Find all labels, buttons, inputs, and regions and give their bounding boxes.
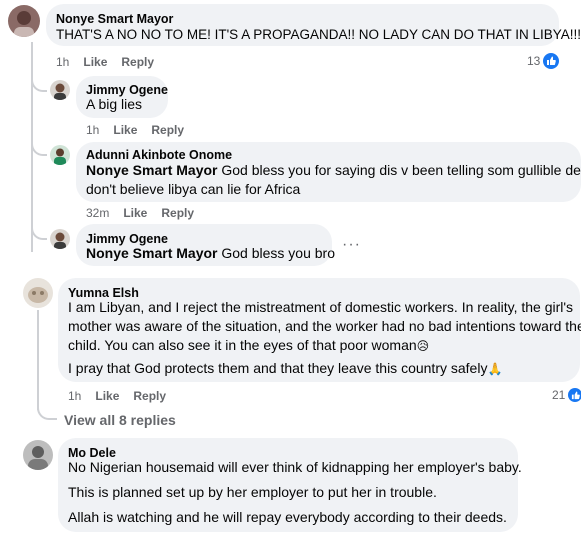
reply-button[interactable]: Reply bbox=[133, 389, 166, 403]
like-button[interactable]: Like bbox=[123, 206, 147, 220]
thread-line-yumna bbox=[37, 310, 39, 410]
comment-text-line1: God bless you for saying dis v been tell… bbox=[221, 162, 581, 178]
thread-curve-view-replies bbox=[37, 400, 57, 420]
comment-actions: 1h Like Reply bbox=[56, 55, 154, 69]
comment-text-line3: child. You can also see it in the eyes o… bbox=[68, 337, 417, 353]
thread-curve-3 bbox=[31, 226, 47, 240]
reaction-count-value: 13 bbox=[527, 54, 541, 68]
reply-button[interactable]: Reply bbox=[121, 55, 154, 69]
reply-button[interactable]: Reply bbox=[151, 123, 184, 137]
comment-text: I pray that God protects them and that t… bbox=[68, 359, 502, 379]
comment-text: This is planned set up by her employer t… bbox=[68, 484, 437, 500]
avatar[interactable] bbox=[8, 5, 40, 37]
comment-author[interactable]: Adunni Akinbote Onome bbox=[86, 148, 232, 162]
comment-text-line2: mother was aware of the situation, and t… bbox=[68, 318, 581, 334]
reply-button[interactable]: Reply bbox=[161, 206, 194, 220]
comment-text: Nonye Smart Mayor God bless you for sayi… bbox=[86, 161, 581, 199]
comment-actions: 1h Like Reply bbox=[68, 389, 166, 403]
thread-curve-1 bbox=[31, 78, 47, 92]
comment-text: I am Libyan, and I reject the mistreatme… bbox=[68, 298, 581, 356]
comment-time[interactable]: 1h bbox=[86, 123, 99, 137]
comment-text: A big lies bbox=[86, 96, 143, 112]
mention-link[interactable]: Nonye Smart Mayor bbox=[86, 162, 217, 178]
comment-text: Nonye Smart Mayor God bless you bro bbox=[86, 244, 335, 263]
comment-text: No Nigerian housemaid will ever think of… bbox=[68, 459, 522, 475]
avatar[interactable] bbox=[23, 278, 53, 308]
comment-text: THAT'S A NO NO TO ME! IT'S A PROPAGANDA!… bbox=[56, 27, 581, 42]
like-icon bbox=[568, 388, 581, 402]
like-button[interactable]: Like bbox=[83, 55, 107, 69]
comment-time[interactable]: 1h bbox=[68, 389, 81, 403]
view-all-replies-link[interactable]: View all 8 replies bbox=[64, 412, 176, 428]
avatar[interactable] bbox=[50, 229, 70, 249]
comment-text: Allah is watching and he will repay ever… bbox=[68, 509, 507, 525]
avatar[interactable] bbox=[50, 145, 70, 165]
comment-text-line2: don't believe libya can lie for Africa bbox=[86, 181, 301, 197]
comment-time[interactable]: 32m bbox=[86, 206, 109, 220]
comment-actions: 32m Like Reply bbox=[86, 206, 194, 220]
thread-curve-2 bbox=[31, 142, 47, 156]
avatar[interactable] bbox=[50, 80, 70, 100]
like-button[interactable]: Like bbox=[95, 389, 119, 403]
comment-text-para2: I pray that God protects them and that t… bbox=[68, 360, 488, 376]
reaction-count[interactable]: 13 bbox=[527, 53, 560, 69]
comment-time[interactable]: 1h bbox=[56, 55, 69, 69]
like-button[interactable]: Like bbox=[113, 123, 137, 137]
like-icon bbox=[543, 53, 560, 69]
sad-emoji: 😥 bbox=[416, 339, 430, 353]
comment-author[interactable]: Nonye Smart Mayor bbox=[56, 12, 173, 26]
mention-link[interactable]: Nonye Smart Mayor bbox=[86, 245, 217, 261]
comment-text-body: God bless you bro bbox=[221, 245, 335, 261]
comment-actions: 1h Like Reply bbox=[86, 123, 184, 137]
avatar[interactable] bbox=[23, 440, 53, 470]
pray-emoji: 🙏 bbox=[487, 362, 503, 376]
comment-text-line1: I am Libyan, and I reject the mistreatme… bbox=[68, 299, 574, 315]
more-options-icon[interactable]: ··· bbox=[342, 236, 361, 254]
reaction-count-value: 21 bbox=[552, 388, 566, 402]
reaction-count[interactable]: 21 bbox=[552, 388, 581, 402]
